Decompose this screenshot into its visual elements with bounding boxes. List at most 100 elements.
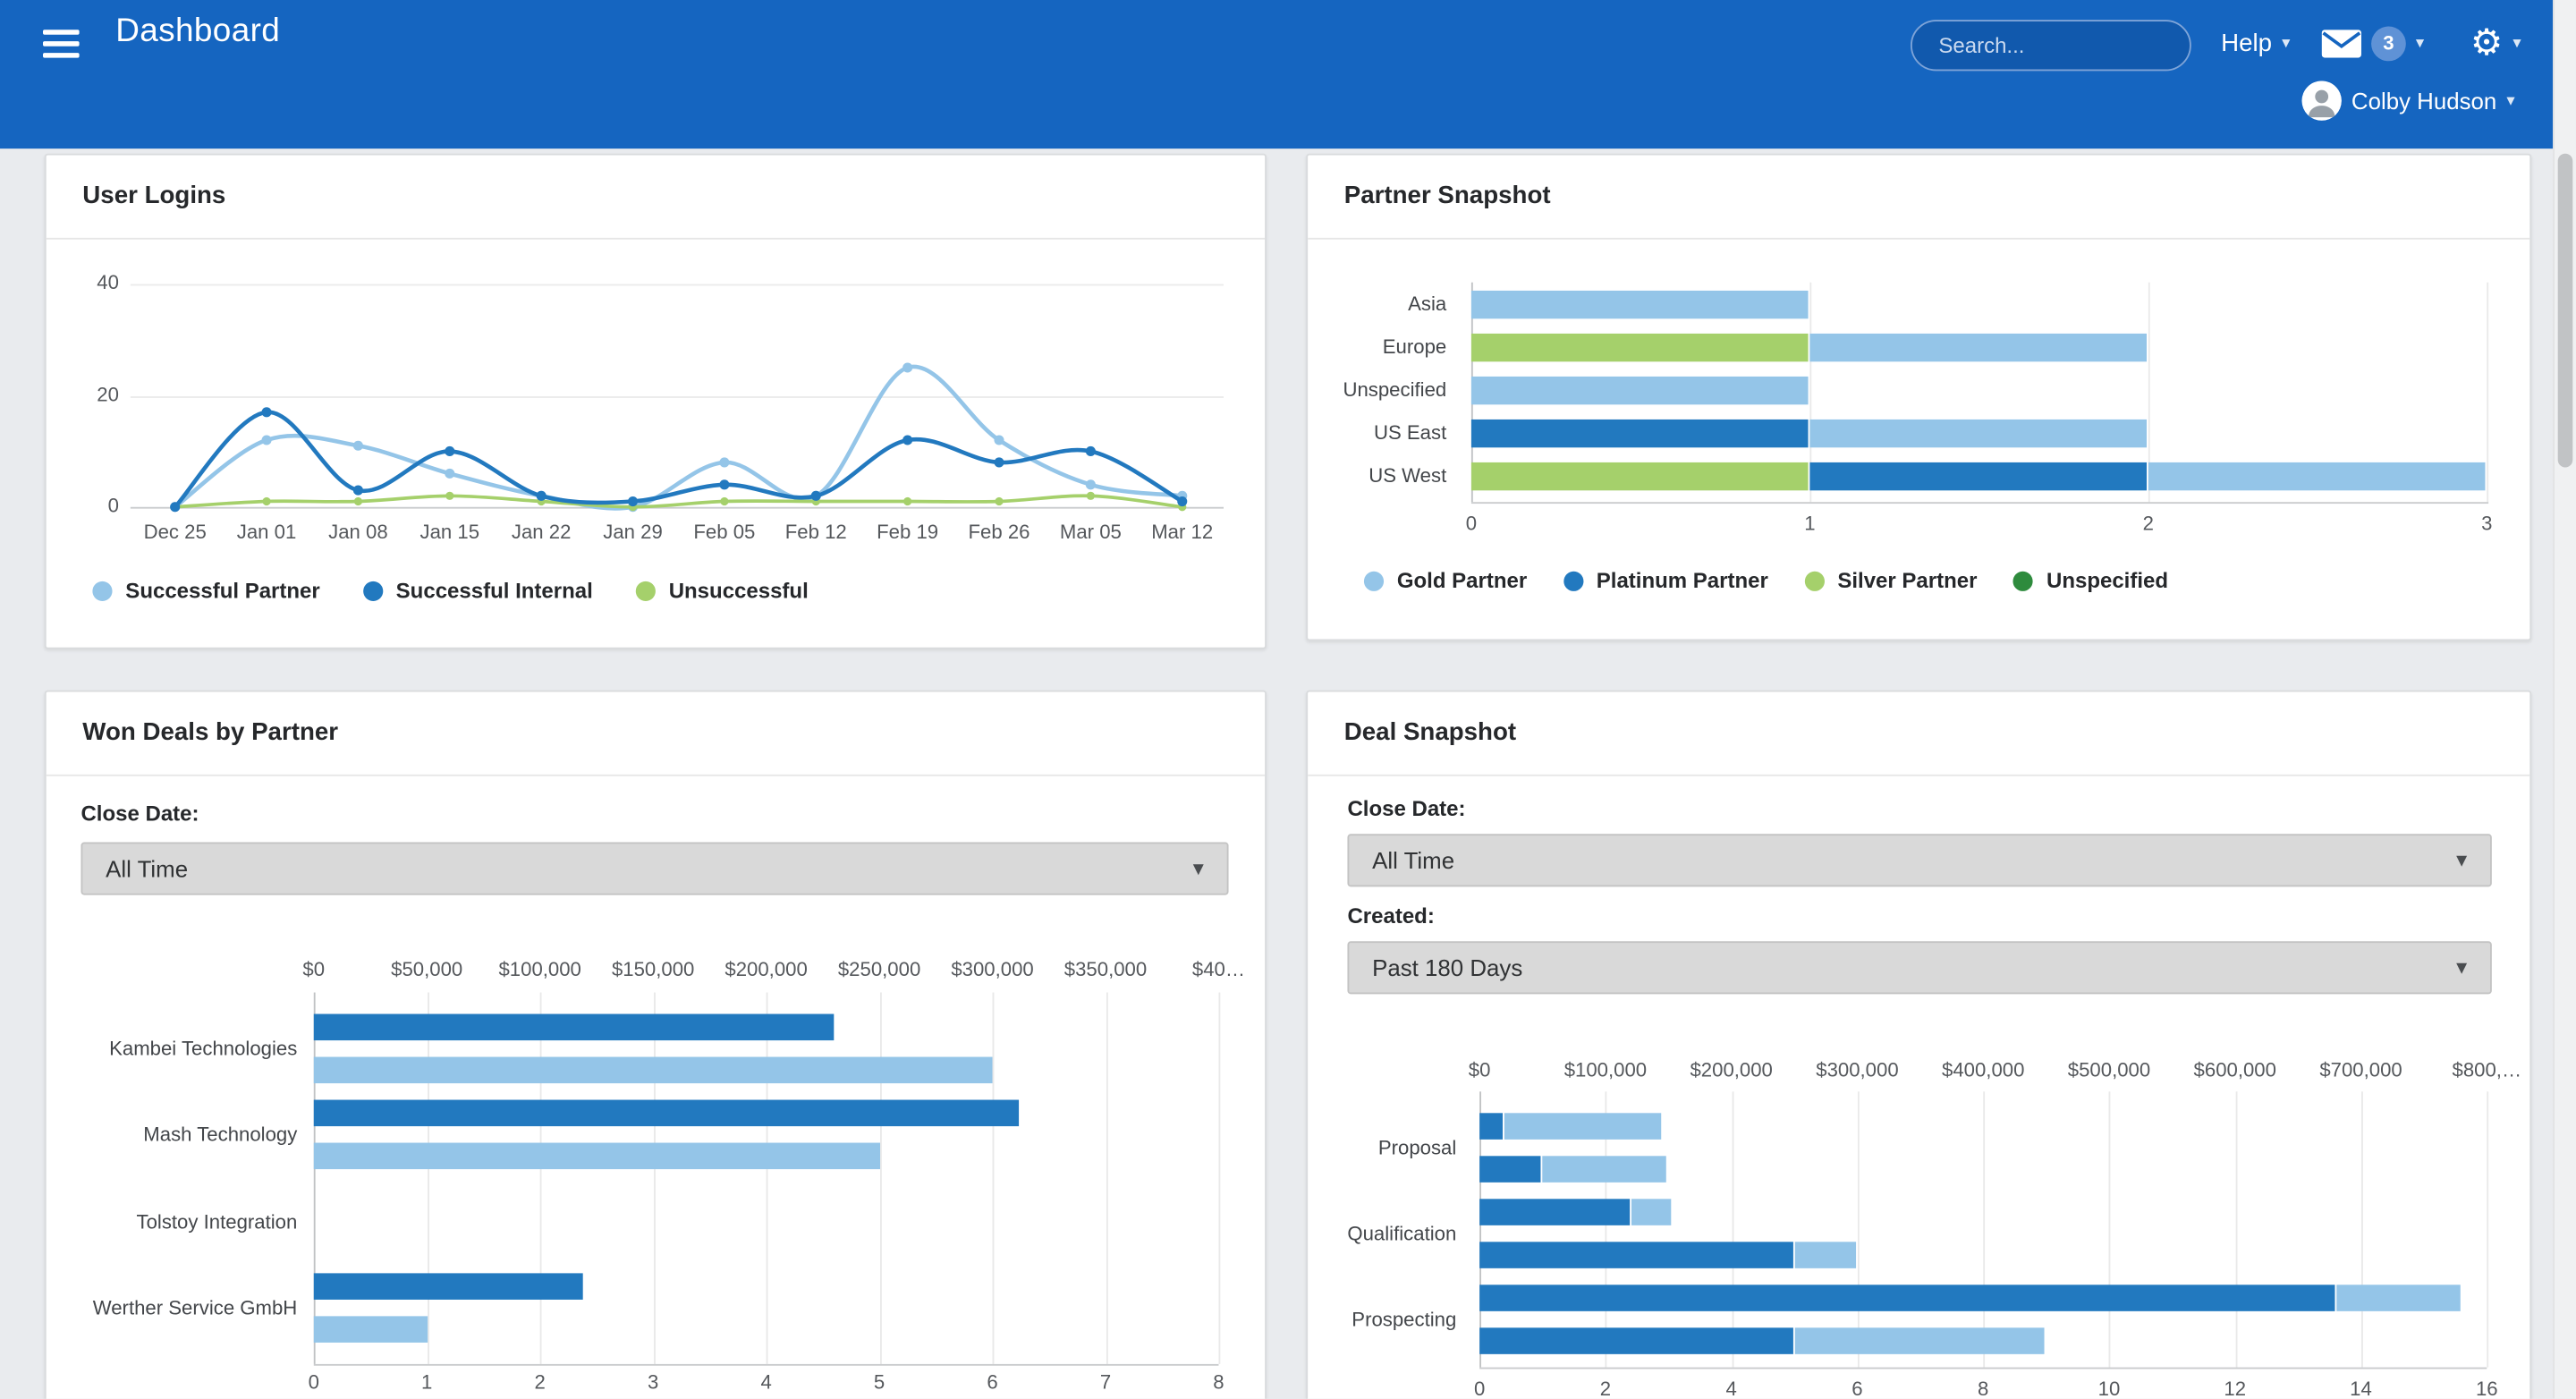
amount-bar-segment (1479, 1199, 1629, 1225)
bottom-axis-label: 8 (1186, 1370, 1252, 1394)
bar-segment (1809, 334, 2147, 361)
top-axis-label: $600,000 (2177, 1058, 2292, 1081)
bottom-axis-label: 8 (1950, 1378, 2016, 1399)
bar-segment (1809, 420, 2147, 447)
bar-segment (1471, 420, 1809, 447)
count-bar-segment (1794, 1327, 2045, 1354)
top-axis-label: $400,000 (1926, 1058, 2041, 1081)
gridline (2487, 1091, 2488, 1367)
data-point (719, 457, 729, 467)
legend-label: Unsuccessful (669, 578, 809, 603)
mail-menu[interactable]: 3 ▾ (2322, 27, 2425, 62)
count-bar-segment (1479, 1327, 1792, 1354)
card-title: Deal Snapshot (1308, 692, 2529, 776)
amount-bar-segment (1504, 1113, 1660, 1140)
x-axis-label: 2 (2115, 512, 2182, 535)
amount-bar-segment (2335, 1285, 2460, 1311)
legend-item: Successful Internal (363, 578, 593, 603)
legend-item: Platinum Partner (1563, 568, 1768, 593)
bar-segment (1471, 291, 1809, 318)
dark_blue-dot (363, 581, 383, 600)
top-navigation-bar: Dashboard Help ▾ 3 ▾ ⚙ ▾ (0, 0, 2576, 148)
legend-item: Gold Partner (1364, 568, 1527, 593)
bottom-axis-label: 6 (1825, 1378, 1891, 1399)
count-bar-segment (1479, 1242, 1792, 1268)
line-series-1 (175, 412, 1182, 507)
axis-line (1471, 502, 2488, 504)
top-axis-label: $250,000 (830, 958, 929, 981)
close-date-select[interactable]: All Time ▾ (1347, 834, 2491, 886)
chart-legend: Gold PartnerPlatinum PartnerSilver Partn… (1364, 568, 2168, 593)
gridline (314, 993, 316, 1364)
bottom-axis-label: 6 (960, 1370, 1026, 1394)
x-axis-label: 0 (1438, 512, 1504, 535)
gridline (993, 993, 995, 1364)
menu-icon[interactable] (43, 30, 80, 59)
count-bar-segment (1479, 1156, 1541, 1183)
data-point (262, 497, 270, 505)
card-title-text: Deal Snapshot (1344, 718, 1516, 746)
data-point (1086, 446, 1096, 456)
data-point (994, 435, 1004, 445)
amount-bar-segment (1631, 1199, 1671, 1225)
bottom-axis-label: 5 (846, 1370, 912, 1394)
close-date-select[interactable]: All Time ▾ (80, 843, 1228, 895)
settings-menu[interactable]: ⚙ ▾ (2470, 23, 2521, 63)
top-axis-label: $100,000 (1547, 1058, 1663, 1081)
line-series-2 (175, 496, 1182, 506)
gridline (1983, 1091, 1985, 1367)
close-date-value: All Time (1372, 847, 1454, 874)
light_green-dot (1804, 571, 1824, 590)
top-axis-label: $200,000 (1674, 1058, 1789, 1081)
data-point (445, 492, 453, 500)
category-label: Europe (1308, 335, 1446, 359)
light_blue-dot (92, 581, 112, 600)
data-point (1177, 496, 1187, 506)
created-value: Past 180 Days (1372, 954, 1522, 981)
category-label: Unspecified (1308, 378, 1446, 402)
bottom-axis-label: 0 (1446, 1378, 1513, 1399)
scrollbar-thumb[interactable] (2558, 154, 2573, 468)
avatar (2302, 81, 2342, 120)
top-axis-label: $500,000 (2051, 1058, 2166, 1081)
search-input[interactable] (1911, 20, 2191, 71)
data-point (353, 486, 363, 496)
bottom-axis-label: 10 (2076, 1378, 2142, 1399)
legend-label: Gold Partner (1397, 568, 1527, 593)
bottom-axis-label: 1 (394, 1370, 460, 1394)
card-title-text: User Logins (82, 182, 225, 209)
bottom-axis-label: 12 (2202, 1378, 2268, 1399)
dark_green-dot (2013, 571, 2033, 590)
dark_blue-dot (1563, 571, 1583, 590)
help-menu[interactable]: Help ▾ (2221, 30, 2290, 57)
data-point (353, 441, 363, 451)
bottom-axis-label: 2 (1572, 1378, 1639, 1399)
x-axis-label: 3 (2453, 512, 2520, 535)
bottom-axis-label: 16 (2453, 1378, 2520, 1399)
data-point (994, 457, 1004, 467)
scrollbar[interactable] (2553, 0, 2576, 1399)
count-bar-segment (1543, 1156, 1667, 1183)
chevron-down-icon: ▾ (2456, 954, 2467, 981)
user-menu[interactable]: Colby Hudson ▾ (2302, 81, 2515, 120)
gridline (1106, 993, 1107, 1364)
card-title: Partner Snapshot (1308, 156, 2529, 240)
data-point (1086, 479, 1096, 489)
search-box (1911, 20, 2191, 71)
data-point (537, 491, 547, 501)
bottom-axis-label: 14 (2328, 1378, 2394, 1399)
category-label: Proposal (1308, 1136, 1456, 1159)
mail-icon (2322, 30, 2361, 57)
category-label: Werther Service GmbH (47, 1297, 298, 1320)
gear-icon: ⚙ (2470, 23, 2503, 63)
chart-legend: Successful PartnerSuccessful InternalUns… (92, 578, 808, 603)
top-axis-label: $150,000 (604, 958, 703, 981)
created-select[interactable]: Past 180 Days ▾ (1347, 941, 2491, 994)
bottom-axis-label: 2 (507, 1370, 573, 1394)
gridline (540, 993, 542, 1364)
gridline (879, 993, 881, 1364)
category-label: Tolstoy Integration (47, 1210, 298, 1234)
card-title: Won Deals by Partner (47, 692, 1265, 776)
category-label: Prospecting (1308, 1308, 1456, 1331)
mail-count-badge: 3 (2371, 27, 2406, 62)
